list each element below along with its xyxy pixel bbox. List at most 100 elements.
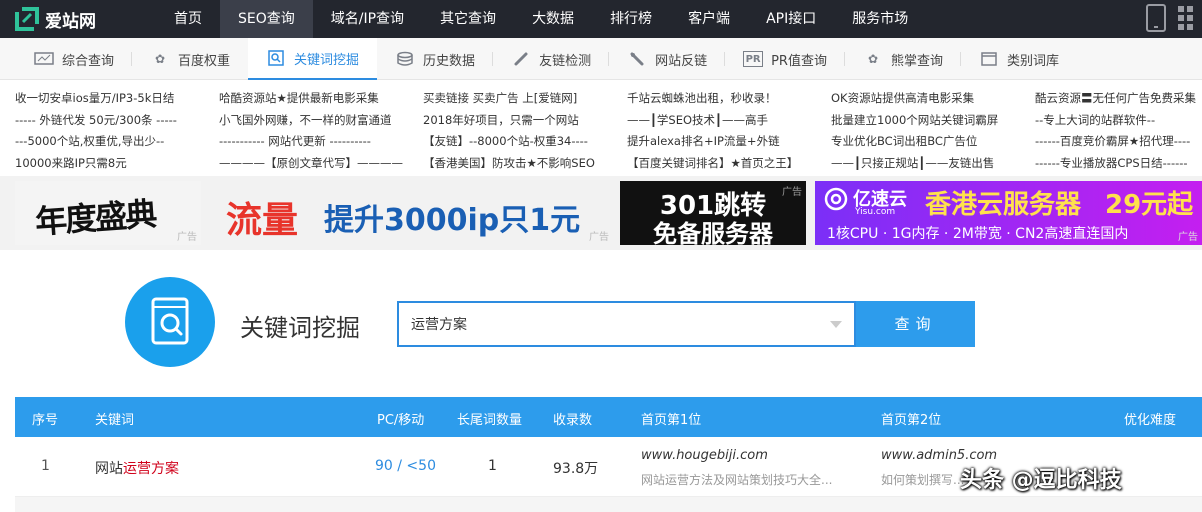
ad-tag: 广告 — [1178, 232, 1198, 243]
subnav-friendlink[interactable]: 友链检测 — [493, 38, 610, 80]
dropdown-caret-icon[interactable] — [830, 321, 842, 328]
ad-link[interactable]: ——┃学SEO技术┃——高手 — [627, 110, 827, 132]
banner-text: 年度盛典 — [33, 194, 157, 242]
ad-link[interactable]: OK资源站提供高清电影采集 — [831, 88, 1031, 110]
subnav-backlink[interactable]: 网站反链 — [609, 38, 726, 80]
page-title: 关键词挖掘 — [240, 314, 360, 342]
site-name: 爱站网 — [45, 11, 96, 32]
category-icon — [979, 51, 999, 67]
backlink-icon — [627, 51, 647, 67]
link-icon — [511, 51, 531, 67]
ad-column: 哈酷资源站★提供最新电影采集 小飞国外网赚，不一样的财富通道 ---------… — [219, 88, 419, 174]
ad-link[interactable]: 2018年好项目，只需一个网站 — [423, 110, 623, 132]
database-icon — [395, 51, 415, 67]
ad-link[interactable]: 10000来路IP只需8元 — [15, 153, 215, 175]
keyword-prefix: 网站 — [95, 461, 123, 477]
subnav-label: 综合查询 — [62, 53, 115, 69]
bear-paw-icon: ✿ — [867, 52, 878, 66]
ad-link[interactable]: ----------- 网站代更新 ---------- — [219, 131, 419, 153]
ad-column: 酷云资源〓无任何广告免费采集 --专上大词的站群软件-- ------百度竞价霸… — [1035, 88, 1202, 174]
keyword-input[interactable] — [399, 303, 799, 345]
row-keyword[interactable]: 网站运营方案 — [95, 458, 179, 478]
ad-link[interactable]: 收一切安卓ios量万/IP3-5k日结 — [15, 88, 215, 110]
ad-link[interactable]: 小飞国外网赚，不一样的财富通道 — [219, 110, 419, 132]
col-longtail[interactable]: 长尾词数量 — [457, 409, 522, 428]
grid-icon[interactable] — [1178, 6, 1196, 30]
sub-nav: 综合查询 ✿ 百度权重 关键词挖掘 历史数据 友链检测 网站反链 PR PR值查… — [0, 38, 1202, 80]
nav-seo[interactable]: SEO查询 — [220, 0, 313, 38]
row-indexed: 93.8万 — [553, 461, 599, 477]
ad-link[interactable]: 【友链】--8000个站-权重34---- — [423, 131, 623, 153]
ad-link[interactable]: 专业优化BC词出租BC广告位 — [831, 131, 1031, 153]
col-indexed[interactable]: 收录数 — [553, 409, 592, 428]
subnav-bear-paw[interactable]: ✿ 熊掌查询 — [845, 38, 961, 80]
ad-link[interactable]: ---5000个站,权重优,导出少-- — [15, 131, 215, 153]
ad-link[interactable]: --专上大词的站群软件-- — [1035, 110, 1202, 132]
row-index: 1 — [41, 458, 50, 474]
row-second-url[interactable]: www.admin5.com — [881, 448, 997, 463]
query-button[interactable]: 查询 — [856, 301, 975, 347]
nav-bigdata[interactable]: 大数据 — [514, 0, 592, 38]
subnav-pr[interactable]: PR PR值查询 — [725, 38, 845, 80]
ad-link[interactable]: 买卖链接 买卖广告 上[爱链网] — [423, 88, 623, 110]
banner-301-redirect[interactable]: 301跳转 免备服务器 广告 — [620, 181, 806, 245]
mobile-icon[interactable] — [1146, 4, 1166, 32]
subnav-category[interactable]: 类别词库 — [961, 38, 1077, 80]
nav-other[interactable]: 其它查询 — [422, 0, 514, 38]
ad-link[interactable]: 【香港美国】防攻击★不影响SEO — [423, 153, 623, 175]
row-pc-mobile[interactable]: 90 / <50 — [375, 458, 436, 474]
ad-link[interactable]: 提升alexa排名+IP流量+外链 — [627, 131, 827, 153]
row-second-desc[interactable]: 如何策划撰写... — [881, 471, 964, 488]
subnav-keyword-mining[interactable]: 关键词挖掘 — [248, 38, 378, 80]
ad-link[interactable]: ------专业播放器CPS日结------ — [1035, 153, 1202, 175]
ad-tag: 广告 — [177, 232, 197, 243]
ad-link[interactable]: 批量建立1000个网站关键词霸屏 — [831, 110, 1031, 132]
subnav-overview[interactable]: 综合查询 — [0, 38, 133, 80]
subnav-label: 网站反链 — [655, 53, 708, 69]
nav-api[interactable]: API接口 — [748, 0, 834, 38]
nav-domain-ip[interactable]: 域名/IP查询 — [313, 0, 422, 38]
banner-yisu-cloud[interactable]: 亿速云 Yisu.com 香港云服务器 29元起 1核CPU · 1G内存 · … — [815, 181, 1202, 245]
subnav-label: 熊掌查询 — [890, 53, 943, 69]
banner-text: 29元起 — [1105, 190, 1194, 220]
ad-link[interactable]: ————【原创文章代写】———— — [219, 153, 419, 175]
banner-text: 香港云服务器 — [925, 190, 1082, 220]
cloud-icon — [824, 187, 848, 211]
col-difficulty: 优化难度 — [1124, 413, 1177, 428]
banner-text: 提升3000ip只1元 — [324, 203, 581, 238]
ad-link[interactable]: 【百度关键词排名】★首页之王】 — [627, 153, 827, 175]
ad-tag: 广告 — [589, 232, 609, 243]
site-logo[interactable]: 爱站网 — [14, 5, 96, 33]
subnav-label: 百度权重 — [178, 53, 231, 69]
banner-annual-festival[interactable]: 年度盛典 广告 — [15, 181, 201, 245]
col-index: 序号 — [32, 413, 59, 428]
keyword-mining-icon — [125, 277, 215, 367]
col-second: 首页第2位 — [881, 413, 942, 428]
subnav-history[interactable]: 历史数据 — [377, 38, 494, 80]
subnav-label: 关键词挖掘 — [294, 52, 360, 68]
nav-market[interactable]: 服务市场 — [834, 0, 926, 38]
subnav-label: PR值查询 — [771, 53, 827, 69]
nav-home[interactable]: 首页 — [156, 0, 220, 38]
nav-client[interactable]: 客户端 — [670, 0, 748, 38]
results-table-header: 序号 关键词 PC/移动 长尾词数量 收录数 首页第1位 首页第2位 优化难度 — [15, 397, 1202, 437]
col-first: 首页第1位 — [641, 413, 702, 428]
ad-column: 千站云蜘蛛池出租，秒收录！ ——┃学SEO技术┃——高手 提升alexa排名+I… — [627, 88, 827, 174]
col-pc-mobile[interactable]: PC/移动 — [377, 409, 424, 428]
ad-link[interactable]: ——┃只接正规站┃——友链出售 — [831, 153, 1031, 175]
subnav-baidu-weight[interactable]: ✿ 百度权重 — [132, 38, 248, 80]
keyword-highlight: 运营方案 — [123, 461, 179, 477]
banner-traffic[interactable]: 流量 提升3000ip只1元 广告 — [216, 181, 613, 245]
ad-link[interactable]: 酷云资源〓无任何广告免费采集 — [1035, 88, 1202, 110]
ad-link[interactable]: 哈酷资源站★提供最新电影采集 — [219, 88, 419, 110]
subnav-label: 友链检测 — [539, 53, 592, 69]
banner-text: 流量 — [226, 200, 299, 241]
keyword-search-section: 关键词挖掘 查询 — [0, 250, 1202, 390]
keyword-search-icon — [266, 50, 286, 66]
ad-link[interactable]: ----- 外链代发 50元/300条 ----- — [15, 110, 215, 132]
ad-link[interactable]: ------百度竞价霸屏★招代理---- — [1035, 131, 1202, 153]
nav-ranking[interactable]: 排行榜 — [592, 0, 670, 38]
ad-link[interactable]: 千站云蜘蛛池出租，秒收录！ — [627, 88, 827, 110]
row-first-desc[interactable]: 网站运营方法及网站策划技巧大全... — [641, 471, 832, 488]
row-first-url[interactable]: www.hougebiji.com — [641, 448, 768, 463]
